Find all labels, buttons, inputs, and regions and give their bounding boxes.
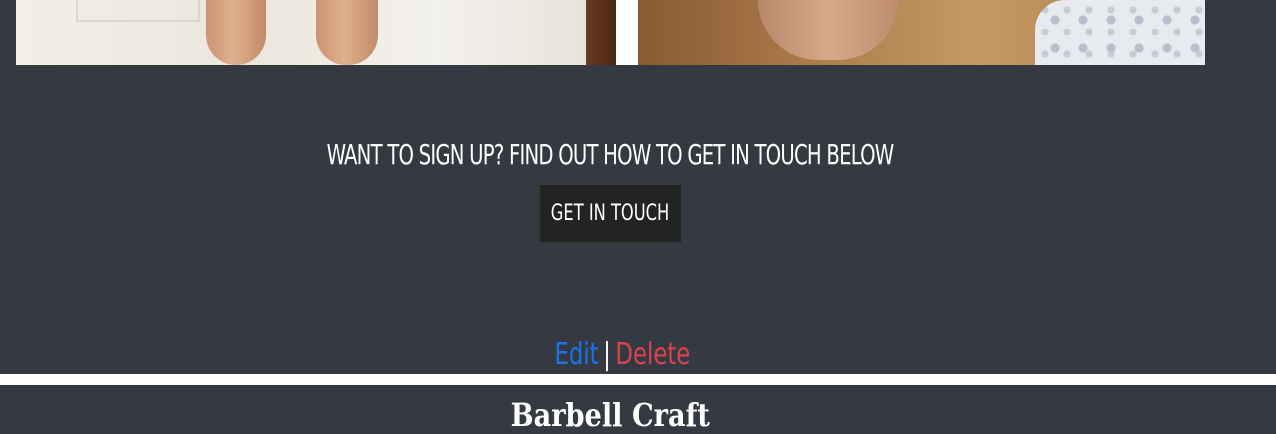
photo-knee-right	[638, 0, 1205, 65]
edit-link[interactable]: Edit	[554, 337, 598, 372]
photo-leg	[206, 0, 266, 65]
next-section-title-text: Barbell Craft	[510, 396, 710, 434]
door-frame	[586, 0, 616, 65]
delete-link[interactable]: Delete	[615, 337, 690, 372]
admin-links: Edit | Delete	[0, 336, 1244, 374]
section-divider	[0, 374, 1276, 385]
photo-leg	[316, 0, 378, 65]
photo-knee	[758, 0, 898, 60]
photo-divider	[616, 0, 638, 65]
photo-pillow	[1035, 0, 1205, 65]
photo-legs-left	[16, 0, 616, 65]
next-section-title: Barbell Craft	[0, 396, 1220, 434]
door-panel	[76, 0, 200, 22]
photo-strip	[16, 0, 1205, 65]
cta-heading: WANT TO SIGN UP? FIND OUT HOW TO GET IN …	[326, 138, 895, 171]
link-separator: |	[602, 337, 611, 372]
get-in-touch-label: GET IN TOUCH	[551, 201, 670, 226]
get-in-touch-button[interactable]: GET IN TOUCH	[540, 185, 681, 242]
